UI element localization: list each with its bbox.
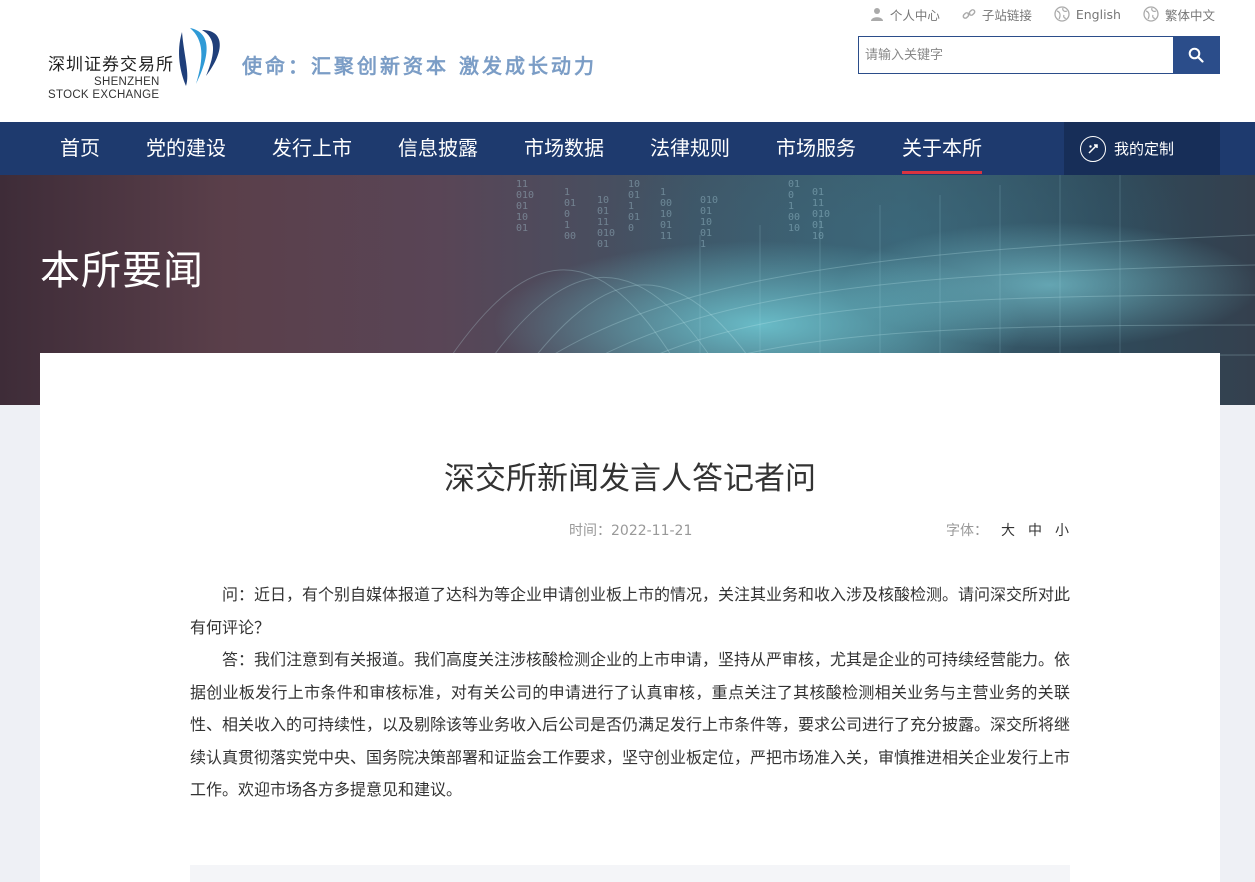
article-footer-box bbox=[190, 865, 1070, 882]
banner-digit: 10 bbox=[788, 223, 801, 234]
site-header: 深圳证券交易所 SHENZHEN STOCK EXCHANGE 使命：汇聚创新资… bbox=[0, 0, 1255, 122]
nav-item-market-data[interactable]: 市场数据 bbox=[524, 122, 604, 175]
search-bar bbox=[858, 36, 1220, 74]
banner-digit: 0 bbox=[628, 223, 635, 234]
banner-digit: 01 bbox=[700, 206, 713, 217]
article-card: 深交所新闻发言人答记者问 时间：2022-11-21 字体： 大 中 小 问：近… bbox=[40, 353, 1220, 882]
font-size-small-button[interactable]: 小 bbox=[1055, 520, 1069, 540]
top-link-traditional-chinese[interactable]: 繁体中文 bbox=[1143, 5, 1215, 23]
search-input[interactable] bbox=[859, 37, 1173, 73]
banner-digit: 01 bbox=[628, 190, 641, 201]
top-link-label: 子站链接 bbox=[981, 7, 1032, 23]
user-icon bbox=[870, 8, 883, 21]
banner-digit: 10 bbox=[516, 212, 529, 223]
logo-mark-icon bbox=[179, 28, 220, 86]
banner-digit: 01 bbox=[597, 239, 610, 250]
banner-digit: 1 bbox=[564, 220, 571, 231]
nav-items: 首页 党的建设 发行上市 信息披露 市场数据 法律规则 市场服务 关于本所 bbox=[60, 122, 1028, 175]
nav-item-disclosure[interactable]: 信息披露 bbox=[398, 122, 478, 175]
link-icon bbox=[962, 9, 976, 19]
banner-digit: 10 bbox=[597, 195, 610, 206]
article-date: 时间：2022-11-21 bbox=[569, 520, 692, 540]
banner-digit: 10 bbox=[660, 209, 673, 220]
banner-digit: 010 bbox=[516, 190, 535, 201]
nav-item-market-services[interactable]: 市场服务 bbox=[776, 122, 856, 175]
font-size-switcher: 字体： 大 中 小 bbox=[946, 520, 1069, 540]
banner-digit: 01 bbox=[812, 220, 825, 231]
banner-digit: 10 bbox=[628, 179, 641, 190]
banner-digit: 010 bbox=[597, 228, 616, 239]
nav-item-party-building[interactable]: 党的建设 bbox=[146, 122, 226, 175]
date-label: 时间： bbox=[569, 523, 611, 539]
top-link-label: 繁体中文 bbox=[1164, 7, 1215, 23]
nav-item-listing[interactable]: 发行上市 bbox=[272, 122, 352, 175]
banner-digit: 00 bbox=[788, 212, 801, 223]
banner-digit: 01 bbox=[564, 198, 577, 209]
nav-item-rules[interactable]: 法律规则 bbox=[650, 122, 730, 175]
banner-digit: 1 bbox=[700, 239, 707, 250]
font-size-medium-button[interactable]: 中 bbox=[1028, 520, 1042, 540]
szse-logo[interactable]: 深圳证券交易所 SHENZHEN STOCK EXCHANGE bbox=[46, 26, 226, 106]
font-size-label: 字体： bbox=[946, 523, 988, 539]
main-nav: 首页 党的建设 发行上市 信息披露 市场数据 法律规则 市场服务 关于本所 我的… bbox=[0, 122, 1255, 175]
banner-digit: 1 bbox=[564, 187, 571, 198]
banner-digit: 01 bbox=[788, 179, 801, 190]
top-link-label: English bbox=[1075, 6, 1121, 22]
top-link-substations[interactable]: 子站链接 bbox=[962, 5, 1032, 23]
my-custom-label: 我的定制 bbox=[1114, 140, 1175, 158]
article-paragraph-question: 问：近日，有个别自媒体报道了达科为等企业申请创业板上市的情况，关注其业务和收入涉… bbox=[190, 585, 1071, 637]
banner-digit: 01 bbox=[628, 212, 641, 223]
banner-digit: 01 bbox=[700, 228, 713, 239]
slogan: 使命：汇聚创新资本 激发成长动力 bbox=[242, 54, 597, 78]
nav-item-about[interactable]: 关于本所 bbox=[902, 122, 982, 175]
banner-digit: 01 bbox=[812, 187, 825, 198]
font-size-large-button[interactable]: 大 bbox=[1001, 520, 1015, 540]
page-title: 本所要闻 bbox=[40, 248, 204, 294]
top-link-label: 个人中心 bbox=[889, 7, 940, 23]
logo-chinese-name: 深圳证券交易所 bbox=[48, 55, 174, 75]
banner-digit: 1 bbox=[628, 201, 635, 212]
banner-digit: 01 bbox=[660, 220, 673, 231]
banner-digit: 1 bbox=[788, 201, 795, 212]
search-button[interactable] bbox=[1173, 37, 1219, 73]
logo-english-line2: STOCK EXCHANGE bbox=[48, 89, 160, 101]
date-value: 2022-11-21 bbox=[611, 523, 693, 539]
banner-digit: 0 bbox=[788, 190, 795, 201]
banner-digit: 00 bbox=[660, 198, 673, 209]
banner-digit: 01 bbox=[516, 201, 529, 212]
nav-item-home[interactable]: 首页 bbox=[60, 122, 100, 175]
banner-digit: 010 bbox=[812, 209, 831, 220]
banner-digit: 10 bbox=[700, 217, 713, 228]
banner-digit: 1 bbox=[660, 187, 667, 198]
banner-digit: 01 bbox=[516, 223, 529, 234]
globe-icon bbox=[1143, 6, 1159, 22]
my-custom-button[interactable]: 我的定制 bbox=[1064, 122, 1220, 175]
banner-digit: 00 bbox=[564, 231, 577, 242]
article-title: 深交所新闻发言人答记者问 bbox=[444, 461, 816, 497]
top-link-personal-center[interactable]: 个人中心 bbox=[870, 5, 940, 23]
search-icon bbox=[1188, 47, 1204, 63]
banner-digit: 010 bbox=[700, 195, 719, 206]
article-body: 问：近日，有个别自媒体报道了达科为等企业申请创业板上市的情况，关注其业务和收入涉… bbox=[190, 579, 1070, 807]
banner-digit: 11 bbox=[812, 198, 825, 209]
banner-digit: 01 bbox=[597, 206, 610, 217]
banner-digit: 11 bbox=[660, 231, 673, 242]
banner-digit: 11 bbox=[516, 179, 529, 190]
logo-english-line1: SHENZHEN bbox=[94, 76, 160, 88]
banner-digit: 10 bbox=[812, 231, 825, 242]
banner-digit: 0 bbox=[564, 209, 571, 220]
globe-icon bbox=[1054, 6, 1070, 22]
top-link-english[interactable]: English bbox=[1054, 5, 1121, 23]
top-links: 个人中心 子站链接 English 繁体中文 bbox=[870, 5, 1215, 23]
banner-digit: 11 bbox=[597, 217, 610, 228]
customize-icon bbox=[1080, 135, 1106, 162]
article-paragraph-answer: 答：我们注意到有关报道。我们高度关注涉核酸检测企业的上市申请，坚持从严审核，尤其… bbox=[190, 650, 1071, 799]
